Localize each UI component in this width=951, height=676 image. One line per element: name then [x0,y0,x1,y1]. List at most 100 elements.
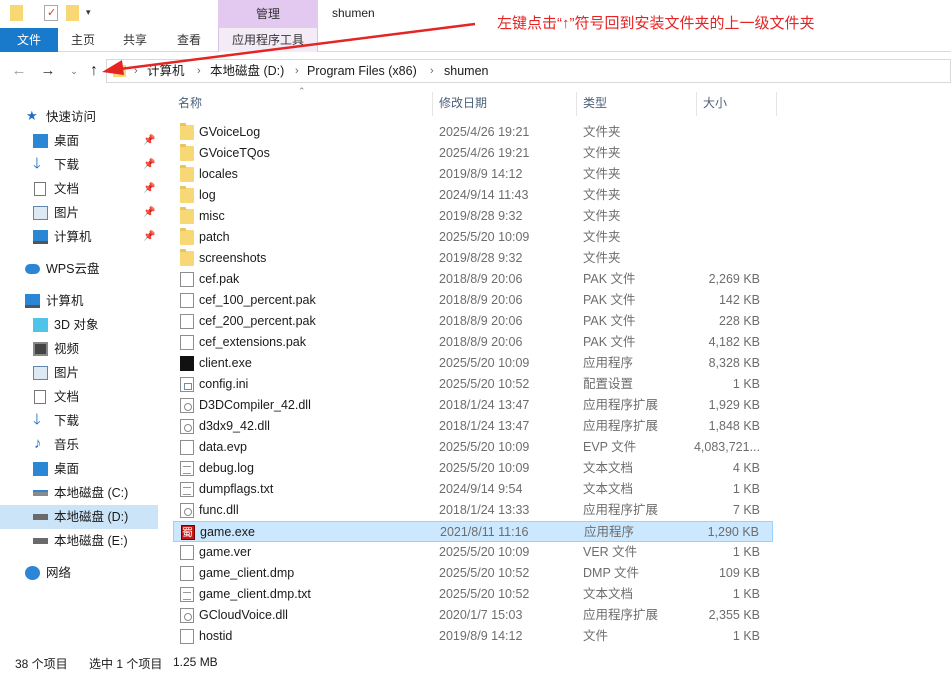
address-bar[interactable]: › 计算机 › 本地磁盘 (D:) › Program Files (x86) … [106,59,951,83]
nav-documents-pc[interactable]: 文档 [0,385,158,409]
file-row[interactable]: screenshots 2019/8/28 9:32 文件夹 [173,248,773,269]
tab-share[interactable]: 共享 [114,28,156,52]
column-divider[interactable] [776,92,777,116]
column-divider[interactable] [432,92,433,116]
file-row[interactable]: log 2024/9/14 11:43 文件夹 [173,185,773,206]
breadcrumb-shumen[interactable]: shumen [444,60,488,82]
pin-icon[interactable]: 📌 [143,177,155,201]
file-row[interactable]: GVoiceLog 2025/4/26 19:21 文件夹 [173,122,773,143]
computer-icon [33,230,48,244]
breadcrumb-separator-icon[interactable]: › [134,60,138,82]
annotation-text: 左键点击“↑”符号回到安装文件夹的上一级文件夹 [497,15,815,32]
selection-count: 选中 1 个项目 [89,657,163,671]
file-type: 文件夹 [583,146,621,160]
nav-drive-e[interactable]: 本地磁盘 (E:) [0,529,158,553]
back-arrow-icon[interactable]: ← [9,61,29,81]
file-row[interactable]: game_client.dmp.txt 2025/5/20 10:52 文本文档 1 … [173,584,773,605]
column-header-name[interactable]: 名称 [178,88,202,118]
nav-network[interactable]: 网络 [0,561,158,585]
file-row[interactable]: cef_100_percent.pak 2018/8/9 20:06 PAK 文件 1… [173,290,773,311]
nav-this-pc[interactable]: 计算机 [0,289,158,313]
nav-computer-quick[interactable]: 计算机 📌 [0,225,158,249]
nav-music[interactable]: ♪ 音乐 [0,433,158,457]
file-date: 2025/4/26 19:21 [439,146,530,160]
video-icon [33,342,48,356]
file-row[interactable]: locales 2019/8/9 14:12 文件夹 [173,164,773,185]
file-row[interactable]: hostid 2019/8/9 14:12 文件 1 KB [173,626,773,647]
dll-icon [180,419,194,434]
customize-toolbar-icon[interactable]: ▾ [86,7,91,18]
pin-icon[interactable]: 📌 [143,129,155,153]
nav-downloads[interactable]: 🡓 下载 📌 [0,153,158,177]
file-icon [180,335,194,350]
tab-app-tools[interactable]: 应用程序工具 [218,28,318,52]
column-divider[interactable] [696,92,697,116]
file-row[interactable]: data.evp 2025/5/20 10:09 EVP 文件 4,083,721..… [173,437,773,458]
file-row[interactable]: func.dll 2018/1/24 13:33 应用程序扩展 7 KB [173,500,773,521]
new-folder-icon[interactable] [66,5,79,21]
breadcrumb-separator-icon[interactable]: › [295,60,299,82]
file-row[interactable]: dumpflags.txt 2024/9/14 9:54 文本文档 1 KB [173,479,773,500]
file-row[interactable]: D3DCompiler_42.dll 2018/1/24 13:47 应用程序扩展 1… [173,395,773,416]
pin-icon[interactable]: 📌 [143,153,155,177]
file-row[interactable]: client.exe 2025/5/20 10:09 应用程序 8,328 KB [173,353,773,374]
tab-manage[interactable]: 管理 [218,0,318,28]
file-row[interactable]: game.ver 2025/5/20 10:09 VER 文件 1 KB [173,542,773,563]
file-date: 2019/8/9 14:12 [439,629,523,643]
desktop-icon [33,134,48,148]
nav-desktop[interactable]: 桌面 📌 [0,129,158,153]
file-row[interactable]: d3dx9_42.dll 2018/1/24 13:47 应用程序扩展 1,848 K… [173,416,773,437]
tab-file[interactable]: 文件 [0,28,58,52]
file-row[interactable]: patch 2025/5/20 10:09 文件夹 [173,227,773,248]
pin-icon[interactable]: 📌 [143,225,155,249]
file-size: 1 KB [732,377,760,391]
column-divider[interactable] [576,92,577,116]
file-row[interactable]: GVoiceTQos 2025/4/26 19:21 文件夹 [173,143,773,164]
file-row[interactable]: game.exe 2021/8/11 11:16 应用程序 1,290 KB [173,521,773,542]
folder-icon [180,228,194,245]
nav-videos[interactable]: 视频 [0,337,158,361]
pin-icon[interactable]: 📌 [143,201,155,225]
nav-drive-d[interactable]: 本地磁盘 (D:) [0,505,158,529]
nav-pictures-pc[interactable]: 图片 [0,361,158,385]
breadcrumb-separator-icon[interactable]: › [430,60,434,82]
file-row[interactable]: debug.log 2025/5/20 10:09 文本文档 4 KB [173,458,773,479]
file-row[interactable]: game_client.dmp 2025/5/20 10:52 DMP 文件 109 … [173,563,773,584]
folder-icon[interactable] [10,5,23,21]
file-row[interactable]: config.ini 2025/5/20 10:52 配置设置 1 KB [173,374,773,395]
recent-locations-chevron-icon[interactable]: ⌄ [64,61,84,81]
forward-arrow-icon[interactable]: → [38,61,58,81]
up-arrow-icon[interactable]: ↑ [84,61,104,81]
breadcrumb-program-files[interactable]: Program Files (x86) [307,60,417,82]
nav-drive-c[interactable]: 本地磁盘 (C:) [0,481,158,505]
nav-wps-cloud[interactable]: WPS云盘 [0,257,158,281]
nav-desktop-pc[interactable]: 桌面 [0,457,158,481]
file-row[interactable]: GCloudVoice.dll 2020/1/7 15:03 应用程序扩展 2,355… [173,605,773,626]
nav-downloads-pc[interactable]: 🡓 下载 [0,409,158,433]
column-header-size[interactable]: 大小 [703,88,727,118]
file-row[interactable]: cef.pak 2018/8/9 20:06 PAK 文件 2,269 KB [173,269,773,290]
tab-view[interactable]: 查看 [168,28,210,52]
scrollbar[interactable] [945,88,951,648]
file-date: 2018/1/24 13:33 [439,503,530,517]
game-icon [181,525,195,540]
file-date: 2018/8/9 20:06 [439,272,523,286]
tab-home[interactable]: 主页 [62,28,104,52]
file-row[interactable]: misc 2019/8/28 9:32 文件夹 [173,206,773,227]
music-icon: ♪ [34,435,42,452]
properties-icon[interactable]: ✓ [44,5,58,21]
file-row[interactable]: cef_200_percent.pak 2018/8/9 20:06 PAK 文件 2… [173,311,773,332]
column-header-date[interactable]: 修改日期 [439,88,487,118]
breadcrumb-computer[interactable]: 计算机 [147,60,185,82]
nav-3d-objects[interactable]: 3D 对象 [0,313,158,337]
breadcrumb-separator-icon[interactable]: › [197,60,201,82]
file-size: 1 KB [732,629,760,643]
breadcrumb-drive-d[interactable]: 本地磁盘 (D:) [210,60,284,82]
nav-quick-access[interactable]: ★ 快速访问 [0,105,158,129]
file-icon [180,314,194,329]
column-header-type[interactable]: 类型 [583,88,607,118]
file-row[interactable]: cef_extensions.pak 2018/8/9 20:06 PAK 文件 4,… [173,332,773,353]
nav-pictures[interactable]: 图片 📌 [0,201,158,225]
nav-label: 下载 [54,158,80,172]
nav-documents[interactable]: 文档 📌 [0,177,158,201]
